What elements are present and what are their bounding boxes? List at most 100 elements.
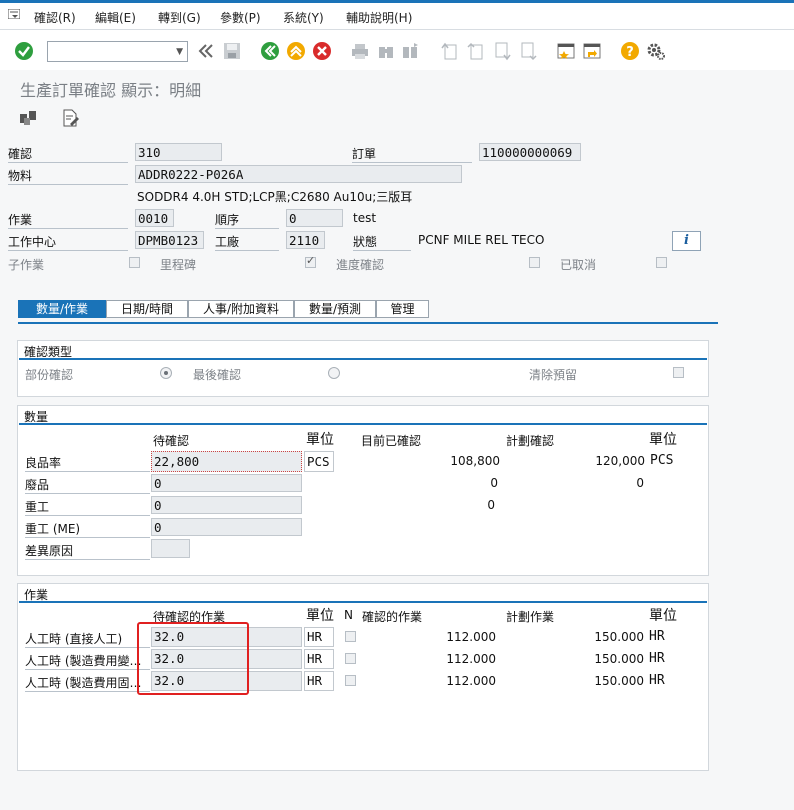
next-page-icon[interactable] [492, 41, 512, 61]
activity-row-label: 人工時 (製造費用固… [25, 674, 150, 692]
progress-confirm-checkbox[interactable] [529, 257, 540, 268]
cancel-icon[interactable] [312, 41, 332, 61]
help-icon[interactable]: ? [620, 41, 640, 61]
find-icon[interactable] [376, 41, 396, 61]
group-rule [19, 423, 707, 425]
menu-confirmation[interactable]: 確認(R) [34, 9, 76, 26]
activity-row-label: 人工時 (直接人工) [25, 630, 150, 648]
menu-help[interactable]: 輔助說明(H) [346, 9, 412, 26]
tab-dates-times[interactable]: 日期/時間 [106, 300, 188, 318]
activity-confirmed-value: 112.000 [446, 630, 496, 644]
activity-confirmed-value: 112.000 [446, 674, 496, 688]
document-edit-icon[interactable] [60, 108, 80, 128]
rework-me-label: 重工 (ME) [25, 520, 150, 538]
sub-operation-checkbox[interactable] [129, 257, 140, 268]
milestone-label: 里程碑 [160, 258, 197, 272]
activity-unit2: HR [649, 651, 665, 666]
find-next-icon[interactable] [400, 41, 420, 61]
scrap-to-confirm-field[interactable]: 0 [151, 474, 302, 492]
confirmation-field[interactable]: 310 [135, 143, 222, 161]
status-info-button[interactable]: i [672, 231, 701, 251]
activity-n-checkbox[interactable] [345, 653, 356, 664]
overview-icon[interactable] [18, 108, 38, 128]
rework-label: 重工 [25, 498, 150, 516]
yield-to-confirm-field[interactable]: 22,800 [151, 451, 302, 472]
activity-unit2-header: 單位 [649, 608, 677, 624]
unit-header: 單位 [306, 432, 334, 448]
group-rule [19, 601, 707, 603]
exit-icon[interactable] [286, 41, 306, 61]
tab-quantity-activity[interactable]: 數量/作業 [18, 300, 106, 318]
shortcut-icon[interactable] [582, 41, 602, 61]
order-label: 訂單 [352, 145, 472, 163]
save-icon[interactable] [222, 41, 242, 61]
tab-administration[interactable]: 管理 [376, 300, 429, 318]
activity-unit-header: 單位 [306, 608, 334, 624]
confirmation-type-group: 確認類型 部份確認 最後確認 清除預留 [17, 340, 709, 397]
confirmation-label: 確認 [8, 145, 128, 163]
print-icon[interactable] [350, 41, 370, 61]
last-page-icon[interactable] [518, 41, 538, 61]
order-field[interactable]: 110000000069 [479, 143, 581, 161]
material-description: SODDR4 4.0H STD;LCP黑;C2680 Au10u;三版耳 [137, 190, 413, 204]
menu-goto[interactable]: 轉到(G) [158, 9, 201, 26]
page-title: 生產訂單確認 顯示：明細 [20, 81, 202, 100]
yield-planned-value: 120,000 [595, 454, 645, 468]
yield-unit2: PCS [650, 453, 674, 468]
customize-layout-icon[interactable] [646, 41, 666, 61]
back-icon[interactable] [260, 41, 280, 61]
menu-icon[interactable] [8, 9, 20, 19]
n-header: N [344, 608, 353, 622]
material-label: 物料 [8, 167, 128, 185]
activity-unit-field[interactable]: HR [304, 671, 334, 691]
partial-confirmation-radio[interactable] [160, 367, 172, 379]
info-icon: i [684, 233, 689, 248]
enter-check-icon[interactable] [14, 41, 34, 61]
operation-field[interactable]: 0010 [135, 209, 174, 227]
rework-to-confirm-field[interactable]: 0 [151, 496, 302, 514]
menu-settings[interactable]: 參數(P) [220, 9, 261, 26]
scrap-planned-value: 0 [636, 476, 644, 490]
partial-confirmation-label: 部份確認 [25, 368, 74, 382]
confirmed-activity-header: 確認的作業 [362, 610, 423, 624]
material-field[interactable]: ADDR0222-P026A [135, 165, 462, 183]
menu-edit[interactable]: 編輯(E) [95, 9, 136, 26]
chevron-down-icon[interactable]: ▼ [176, 47, 183, 57]
group-rule [19, 358, 707, 360]
milestone-checkbox[interactable] [305, 254, 316, 268]
sequence-label: 順序 [215, 211, 279, 229]
activity-unit-field[interactable]: HR [304, 649, 334, 669]
sub-operation-label: 子作業 [8, 258, 45, 272]
first-page-icon[interactable] [440, 41, 460, 61]
work-center-field[interactable]: DPMB0123 [135, 231, 204, 249]
command-field[interactable]: ▼ [47, 41, 188, 62]
clear-reservation-checkbox[interactable] [673, 367, 684, 378]
tab-personnel-additional[interactable]: 人事/附加資料 [188, 300, 294, 318]
menu-bar: 確認(R) 編輯(E) 轉到(G) 參數(P) 系統(Y) 輔助說明(H) [0, 3, 794, 30]
previous-page-icon[interactable] [466, 41, 486, 61]
to-confirm-header: 待確認 [153, 434, 190, 448]
final-confirmation-radio[interactable] [328, 367, 340, 379]
activity-row-label: 人工時 (製造費用變… [25, 652, 150, 670]
back-double-chevron-icon[interactable] [196, 41, 216, 61]
yield-unit-field[interactable]: PCS [304, 451, 334, 472]
activities-group: 作業 待確認的作業 單位 N 確認的作業 計劃作業 單位 人工時 (直接人工) … [17, 583, 709, 771]
operation-label: 作業 [8, 211, 128, 229]
cancelled-checkbox[interactable] [656, 257, 667, 268]
sequence-field[interactable]: 0 [286, 209, 343, 227]
variance-reason-field[interactable] [151, 539, 190, 558]
tab-quantity-forecast[interactable]: 數量/預測 [294, 300, 376, 318]
plant-field[interactable]: 2110 [286, 231, 325, 249]
activity-planned-value: 150.000 [594, 674, 644, 688]
activity-unit2: HR [649, 629, 665, 644]
quantities-group: 數量 待確認 單位 目前已確認 計劃確認 單位 良品率 22,800 PCS 1… [17, 405, 709, 576]
confirmed-so-far-header: 目前已確認 [361, 434, 422, 448]
new-session-icon[interactable] [556, 41, 576, 61]
tab-underline [18, 322, 718, 324]
activity-unit-field[interactable]: HR [304, 627, 334, 647]
variance-reason-label: 差異原因 [25, 542, 150, 560]
activity-n-checkbox[interactable] [345, 631, 356, 642]
activity-n-checkbox[interactable] [345, 675, 356, 686]
rework-me-to-confirm-field[interactable]: 0 [151, 518, 302, 536]
menu-system[interactable]: 系統(Y) [283, 9, 324, 26]
